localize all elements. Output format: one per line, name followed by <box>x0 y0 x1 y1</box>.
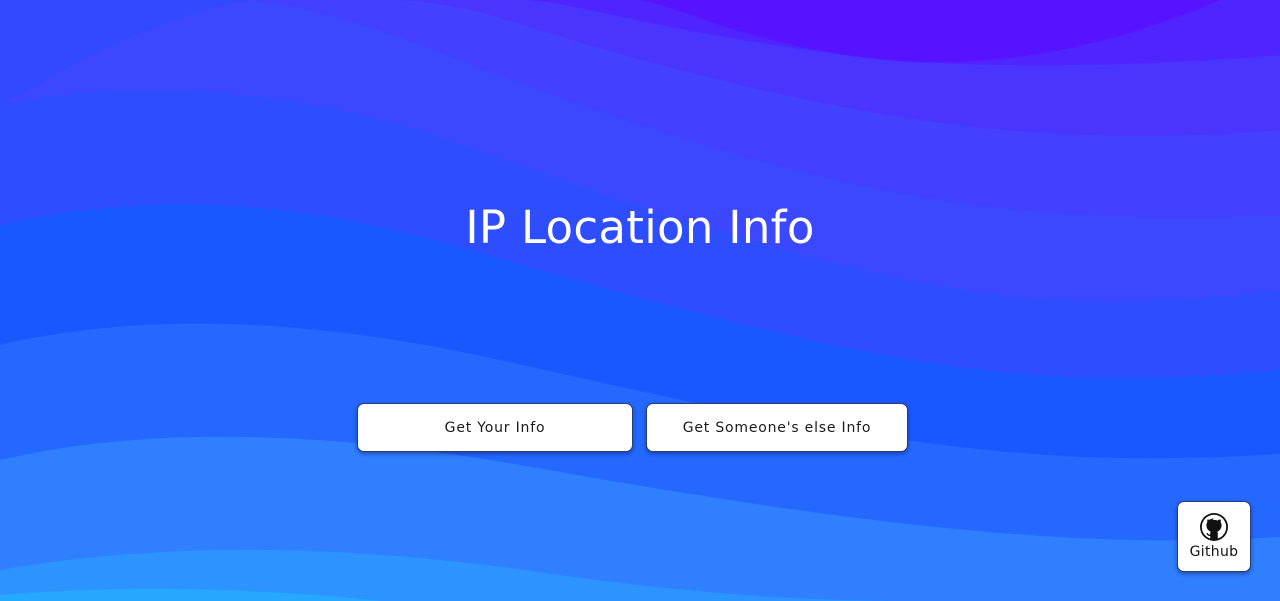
github-link-button[interactable]: Github <box>1177 501 1251 572</box>
get-your-info-button[interactable]: Get Your Info <box>357 403 633 452</box>
page-title: IP Location Info <box>465 201 815 254</box>
github-label: Github <box>1189 544 1239 560</box>
get-someone-info-button[interactable]: Get Someone's else Info <box>646 403 908 452</box>
page: IP Location Info Get Your Info Get Someo… <box>0 0 1280 601</box>
github-icon <box>1200 513 1228 541</box>
wave-background <box>0 0 1280 601</box>
